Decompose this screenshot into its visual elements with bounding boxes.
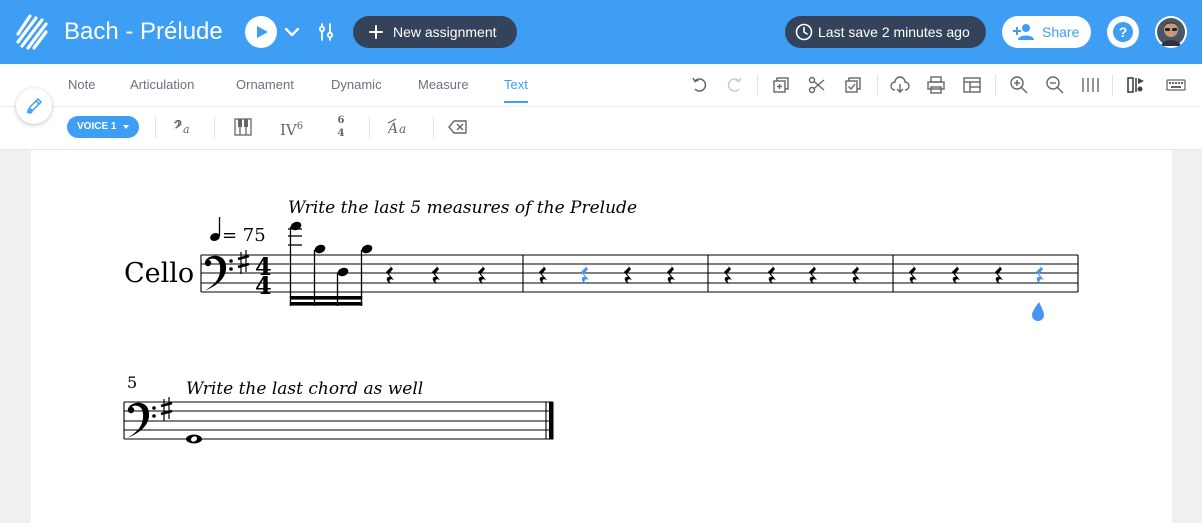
zoom-in-icon[interactable] (1009, 75, 1029, 95)
instrument-name[interactable]: Cello (124, 258, 194, 289)
score-page: Write the last 5 measures of the Prelude… (31, 150, 1172, 523)
score-icon[interactable] (1126, 75, 1146, 95)
cut-icon[interactable] (807, 75, 827, 95)
bass-clef-system-2[interactable] (127, 402, 156, 438)
clock-icon (795, 23, 813, 41)
score-canvas[interactable]: Write the last 5 measures of the Prelude… (31, 150, 1172, 523)
whole-note[interactable] (186, 434, 202, 444)
cloud-download-icon[interactable] (890, 75, 910, 95)
play-button[interactable] (245, 16, 277, 48)
toolbar-divider (433, 116, 434, 138)
logo-icon[interactable] (14, 12, 50, 52)
svg-text:a: a (183, 123, 190, 136)
toolbar-divider (155, 116, 156, 138)
share-button[interactable]: Share (1002, 16, 1091, 48)
tab-articulation[interactable]: Articulation (130, 77, 194, 93)
barlines-icon[interactable] (1080, 75, 1100, 95)
text-style-icon[interactable]: A a (388, 117, 414, 137)
tab-text[interactable]: Text (504, 77, 528, 103)
chevron-down-icon[interactable] (284, 22, 300, 42)
svg-text:A: A (388, 121, 398, 137)
save-status-pill[interactable]: Last save 2 minutes ago (785, 16, 986, 48)
tab-dynamic[interactable]: Dynamic (331, 77, 382, 93)
roman-numeral-tool[interactable]: IV6 (280, 117, 304, 139)
toolbar-divider (214, 116, 215, 138)
toolbar-divider (877, 74, 878, 96)
measure-number: 5 (127, 373, 137, 392)
key-signature-sharp-2[interactable] (160, 397, 173, 421)
key-signature-sharp[interactable] (237, 250, 250, 274)
figured-bass-bottom: 4 (337, 128, 345, 139)
voice-selector[interactable]: VOICE 1 (67, 116, 139, 138)
save-status-text: Last save 2 minutes ago (818, 24, 970, 40)
tab-measure[interactable]: Measure (418, 77, 469, 93)
plus-icon (369, 25, 383, 39)
layout-icon[interactable] (962, 75, 982, 95)
keyboard-icon[interactable] (1166, 75, 1186, 95)
paste-icon[interactable] (843, 75, 863, 95)
voice-label: VOICE 1 (77, 121, 117, 132)
document-title[interactable]: Bach - Prélude (64, 16, 223, 48)
toolbar-divider (995, 74, 996, 96)
delete-icon[interactable] (448, 117, 468, 137)
input-cursor-drop-icon[interactable] (1032, 302, 1044, 321)
avatar[interactable] (1155, 16, 1187, 48)
final-barline[interactable] (549, 402, 554, 440)
share-label: Share (1042, 24, 1080, 40)
time-signature-bottom[interactable]: 4 (255, 271, 272, 300)
lyrics-icon[interactable]: 𝄢 a (173, 117, 197, 137)
caret-down-icon (123, 125, 129, 129)
instruction-text-1[interactable]: Write the last 5 measures of the Prelude (288, 198, 637, 218)
staff-system-1 (200, 254, 1079, 293)
instruction-text-2[interactable]: Write the last chord as well (186, 379, 423, 399)
redo-icon[interactable] (724, 75, 744, 95)
top-bar: Bach - Prélude New assignment Last save … (0, 0, 1202, 64)
pen-tool-icon (26, 97, 43, 114)
help-icon: ? (1113, 22, 1133, 42)
toolbar-divider (369, 116, 370, 138)
chord-symbol-icon[interactable] (233, 117, 253, 137)
toolbar-divider (757, 74, 758, 96)
undo-icon[interactable] (690, 75, 710, 95)
help-button[interactable]: ? (1107, 16, 1139, 48)
tempo-marking[interactable]: = 75 (209, 217, 266, 246)
tab-note[interactable]: Note (68, 77, 95, 93)
new-assignment-label: New assignment (393, 24, 497, 40)
svg-text:a: a (399, 122, 406, 136)
user-photo (1157, 18, 1185, 46)
tempo-text: = 75 (222, 225, 266, 246)
editor-toolbar: Note Articulation Ornament Dynamic Measu… (0, 64, 1202, 150)
add-person-icon (1013, 24, 1034, 40)
figured-bass-tool[interactable]: 6 4 (334, 115, 348, 139)
print-icon[interactable] (926, 75, 946, 95)
sixteenth-note-group[interactable] (288, 220, 374, 306)
tab-ornament[interactable]: Ornament (236, 77, 294, 93)
roman-numeral-text: IV (280, 121, 297, 139)
figured-bass-top: 6 (337, 115, 345, 126)
new-assignment-button[interactable]: New assignment (353, 16, 517, 48)
copy-icon[interactable] (771, 75, 791, 95)
tabs-row: Note Articulation Ornament Dynamic Measu… (0, 64, 1202, 107)
toolbar-divider (1112, 74, 1113, 96)
zoom-out-icon[interactable] (1045, 75, 1065, 95)
staff-system-2 (123, 401, 553, 440)
edit-mode-button[interactable] (16, 88, 52, 124)
mixer-icon[interactable] (316, 22, 336, 42)
roman-numeral-sup: 6 (296, 121, 304, 132)
